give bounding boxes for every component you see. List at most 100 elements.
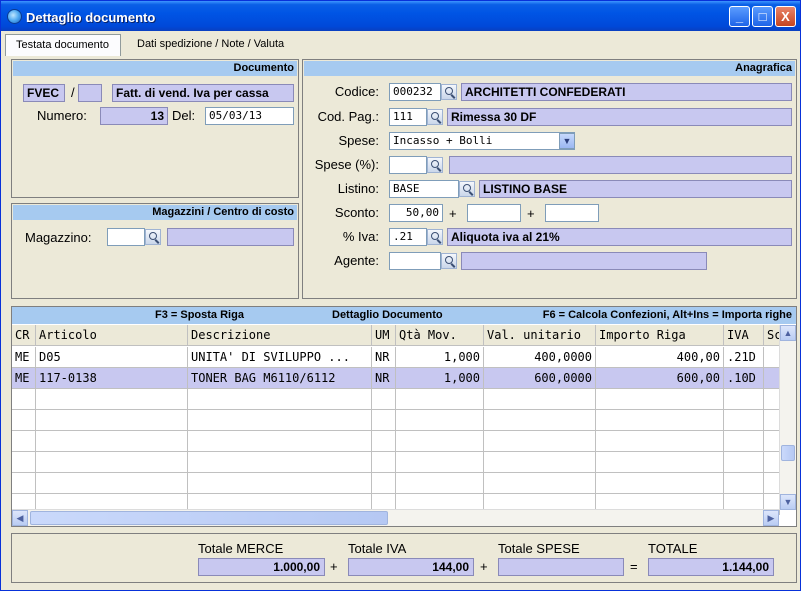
- cell-val-unitario[interactable]: 400,0000: [484, 347, 596, 368]
- cell-cr[interactable]: [12, 452, 36, 473]
- cell-articolo[interactable]: [36, 431, 188, 452]
- cell-articolo[interactable]: [36, 473, 188, 494]
- cell-val-unitario[interactable]: [484, 473, 596, 494]
- cell-cr[interactable]: ME: [12, 368, 36, 389]
- col-header-sc[interactable]: Sc: [764, 325, 780, 346]
- cell-cr[interactable]: [12, 410, 36, 431]
- cell-sc[interactable]: [764, 389, 780, 410]
- cell-importo[interactable]: [596, 410, 724, 431]
- cell-val-unitario[interactable]: 600,0000: [484, 368, 596, 389]
- cell-val-unitario[interactable]: [484, 389, 596, 410]
- chevron-down-icon[interactable]: ▼: [559, 133, 575, 149]
- cell-um[interactable]: [372, 473, 396, 494]
- cell-iva[interactable]: .10D: [724, 368, 764, 389]
- cell-descrizione[interactable]: TONER BAG M6110/6112: [188, 368, 372, 389]
- magazzino-field[interactable]: [107, 228, 145, 246]
- tab-testata-documento[interactable]: Testata documento: [5, 34, 121, 56]
- numero-field[interactable]: 13: [100, 107, 168, 125]
- vertical-scrollbar[interactable]: ▲ ▼: [779, 325, 796, 510]
- codice-field[interactable]: 000232: [389, 83, 441, 101]
- sconto1-field[interactable]: 50,00: [389, 204, 443, 222]
- cell-importo[interactable]: [596, 389, 724, 410]
- cell-articolo[interactable]: [36, 410, 188, 431]
- cell-cr[interactable]: [12, 389, 36, 410]
- cell-qta[interactable]: 1,000: [396, 368, 484, 389]
- cell-iva[interactable]: .21D: [724, 347, 764, 368]
- minimize-button[interactable]: _: [729, 6, 750, 27]
- agente-search-icon[interactable]: [441, 253, 457, 269]
- listino-field[interactable]: BASE: [389, 180, 459, 198]
- col-header-qta[interactable]: Qtà Mov.: [396, 325, 484, 346]
- horizontal-scroll-thumb[interactable]: [30, 511, 388, 525]
- cell-descrizione[interactable]: [188, 410, 372, 431]
- cell-sc[interactable]: [764, 473, 780, 494]
- cell-qta[interactable]: [396, 389, 484, 410]
- cell-descrizione[interactable]: [188, 473, 372, 494]
- title-bar[interactable]: Dettaglio documento _ □ X: [1, 1, 800, 31]
- spese-perc-field[interactable]: [389, 156, 427, 174]
- iva-search-icon[interactable]: [427, 229, 443, 245]
- scroll-left-icon[interactable]: ◀: [12, 510, 28, 526]
- tipo-documento-field[interactable]: FVEC: [23, 84, 65, 102]
- data-field[interactable]: 05/03/13: [205, 107, 294, 125]
- cell-cr[interactable]: [12, 431, 36, 452]
- iva-field[interactable]: .21: [389, 228, 427, 246]
- cell-iva[interactable]: [724, 452, 764, 473]
- cell-um[interactable]: [372, 431, 396, 452]
- sconto2-field[interactable]: [467, 204, 521, 222]
- cell-iva[interactable]: [724, 410, 764, 431]
- agente-field[interactable]: [389, 252, 441, 270]
- sconto3-field[interactable]: [545, 204, 599, 222]
- cell-articolo[interactable]: 117-0138: [36, 368, 188, 389]
- cell-importo[interactable]: [596, 452, 724, 473]
- spese-perc-search-icon[interactable]: [427, 157, 443, 173]
- cell-iva[interactable]: [724, 473, 764, 494]
- codpag-field[interactable]: 111: [389, 108, 427, 126]
- cell-articolo[interactable]: [36, 389, 188, 410]
- cell-qta[interactable]: [396, 431, 484, 452]
- cell-sc[interactable]: [764, 452, 780, 473]
- cell-um[interactable]: NR: [372, 347, 396, 368]
- cell-val-unitario[interactable]: [484, 431, 596, 452]
- close-button[interactable]: X: [775, 6, 796, 27]
- cell-sc[interactable]: [764, 347, 780, 368]
- listino-search-icon[interactable]: [459, 181, 475, 197]
- cell-qta[interactable]: [396, 410, 484, 431]
- col-header-um[interactable]: UM: [372, 325, 396, 346]
- cell-importo[interactable]: 400,00: [596, 347, 724, 368]
- vertical-scroll-thumb[interactable]: [781, 445, 795, 461]
- cell-qta[interactable]: [396, 452, 484, 473]
- cell-qta[interactable]: 1,000: [396, 347, 484, 368]
- cell-sc[interactable]: [764, 431, 780, 452]
- cell-um[interactable]: [372, 389, 396, 410]
- spese-select[interactable]: Incasso + Bolli: [389, 132, 575, 150]
- cell-iva[interactable]: [724, 389, 764, 410]
- sezionale-field[interactable]: [78, 84, 102, 102]
- magazzino-search-icon[interactable]: [145, 229, 161, 245]
- cell-importo[interactable]: [596, 473, 724, 494]
- col-header-val-unitario[interactable]: Val. unitario: [484, 325, 596, 346]
- scroll-up-icon[interactable]: ▲: [780, 325, 796, 341]
- cell-sc[interactable]: [764, 410, 780, 431]
- horizontal-scrollbar[interactable]: ◀ ▶: [12, 509, 779, 526]
- maximize-button[interactable]: □: [752, 6, 773, 27]
- cell-qta[interactable]: [396, 473, 484, 494]
- cell-cr[interactable]: [12, 473, 36, 494]
- col-header-articolo[interactable]: Articolo: [36, 325, 188, 346]
- cell-descrizione[interactable]: [188, 431, 372, 452]
- cell-articolo[interactable]: D05: [36, 347, 188, 368]
- col-header-descrizione[interactable]: Descrizione: [188, 325, 372, 346]
- cell-iva[interactable]: [724, 431, 764, 452]
- cell-descrizione[interactable]: [188, 452, 372, 473]
- cell-descrizione[interactable]: [188, 389, 372, 410]
- col-header-cr[interactable]: CR: [12, 325, 36, 346]
- scroll-right-icon[interactable]: ▶: [763, 510, 779, 526]
- cell-articolo[interactable]: [36, 452, 188, 473]
- cell-importo[interactable]: [596, 431, 724, 452]
- cell-um[interactable]: [372, 452, 396, 473]
- codpag-search-icon[interactable]: [427, 109, 443, 125]
- cell-sc[interactable]: [764, 368, 780, 389]
- tab-dati-spedizione[interactable]: Dati spedizione / Note / Valuta: [127, 34, 307, 56]
- cell-val-unitario[interactable]: [484, 452, 596, 473]
- cell-descrizione[interactable]: UNITA' DI SVILUPPO ...: [188, 347, 372, 368]
